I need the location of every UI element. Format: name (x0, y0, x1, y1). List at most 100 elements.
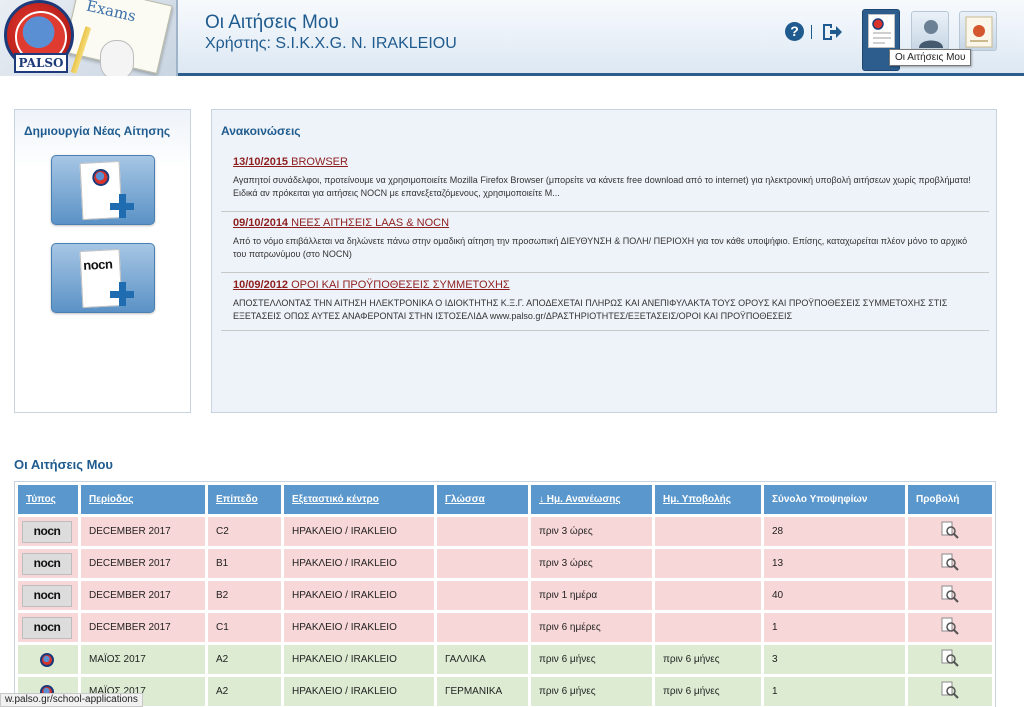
table-row[interactable]: ΜΑΪΟΣ 2017 A2 ΗΡΑΚΛΕΙΟ / IRAKLEIO ΓΕΡΜΑΝΙΚΑ… (18, 677, 992, 706)
center-cell: ΗΡΑΚΛΕΙΟ / IRAKLEIO (284, 613, 434, 642)
view-document-icon[interactable] (941, 649, 959, 667)
announcement-headline: BROWSER (291, 156, 348, 168)
create-palso-application-button[interactable] (51, 155, 155, 225)
logout-icon (823, 24, 842, 40)
type-cell: nocn (18, 517, 78, 546)
submitted-cell (655, 549, 761, 578)
view-document-icon[interactable] (941, 585, 959, 603)
announcement-item: 10/09/2012 ΟΡΟΙ ΚΑΙ ΠΡΟΫΠΟΘΕΣΕΙΣ ΣΥΜΜΕΤΟ… (221, 279, 989, 331)
type-cell: nocn (18, 613, 78, 642)
announcement-link[interactable]: 09/10/2014 ΝΕΕΣ ΑΙΤΗΣΕΙΣ LAAS & NOCN (233, 217, 989, 229)
view-document-icon[interactable] (941, 617, 959, 635)
nocn-type-badge: nocn (22, 520, 72, 543)
submitted-cell: πριν 6 μήνες (655, 645, 761, 674)
applications-table-container: Τύπος Περίοδος Επίπεδο Εξεταστικό κέντρο… (14, 481, 996, 707)
submitted-cell: πριν 6 μήνες (655, 677, 761, 706)
submitted-cell (655, 581, 761, 610)
total-cell: 28 (764, 517, 905, 546)
view-cell (908, 549, 992, 578)
announcement-date: 09/10/2014 (233, 217, 289, 229)
view-cell (908, 645, 992, 674)
type-cell: nocn (18, 549, 78, 578)
total-cell: 3 (764, 645, 905, 674)
palso-exams-logo[interactable]: Exams PALSO (0, 0, 178, 76)
table-row[interactable]: nocn DECEMBER 2017 B1 ΗΡΑΚΛΕΙΟ / IRAKLEIO πρ… (18, 549, 992, 578)
center-cell: ΗΡΑΚΛΕΙΟ / IRAKLEIO (284, 549, 434, 578)
submitted-cell (655, 613, 761, 642)
applications-title: Οι Αιτήσεις Μου (14, 457, 113, 472)
submitted-cell (655, 517, 761, 546)
user-name: S.I.K.X.G. N. IRAKLEIOU (275, 35, 457, 52)
announcement-link[interactable]: 10/09/2012 ΟΡΟΙ ΚΑΙ ΠΡΟΫΠΟΘΕΣΕΙΣ ΣΥΜΜΕΤΟ… (233, 279, 989, 291)
column-header-level[interactable]: Επίπεδο (208, 485, 281, 514)
period-cell: DECEMBER 2017 (81, 581, 205, 610)
center-cell: ΗΡΑΚΛΕΙΟ / IRAKLEIO (284, 677, 434, 706)
view-document-icon[interactable] (941, 521, 959, 539)
tooltip: Οι Αιτήσεις Μου (889, 49, 972, 66)
plus-icon (110, 282, 134, 306)
announcement-body: Αγαπητοί συνάδελφοι, προτείνουμε να χρησ… (233, 175, 971, 198)
announcement-item: 13/10/2015 BROWSER Αγαπητοί συνάδελφοι, … (221, 156, 989, 212)
nocn-type-badge: nocn (22, 552, 72, 575)
level-cell: B2 (208, 581, 281, 610)
announcements-title: Ανακοινώσεις (221, 124, 301, 138)
announcement-headline: ΟΡΟΙ ΚΑΙ ΠΡΟΫΠΟΘΕΣΕΙΣ ΣΥΜΜΕΤΟΧΗΣ (291, 279, 510, 291)
announcement-link[interactable]: 13/10/2015 BROWSER (233, 156, 989, 168)
page: Exams PALSO Οι Αιτήσεις Μου Χρήστης: S.I… (0, 0, 1024, 707)
nav-certificates[interactable] (959, 11, 997, 51)
table-row[interactable]: ΜΑΪΟΣ 2017 A2 ΗΡΑΚΛΕΙΟ / IRAKLEIO ΓΑΛΛΙΚΑ πρ… (18, 645, 992, 674)
nav-profile[interactable] (911, 11, 949, 51)
header: Exams PALSO Οι Αιτήσεις Μου Χρήστης: S.I… (0, 0, 1024, 76)
center-cell: ΗΡΑΚΛΕΙΟ / IRAKLEIO (284, 581, 434, 610)
view-cell (908, 677, 992, 706)
column-header-center[interactable]: Εξεταστικό κέντρο (284, 485, 434, 514)
table-row[interactable]: nocn DECEMBER 2017 C1 ΗΡΑΚΛΕΙΟ / IRAKLEIO πρ… (18, 613, 992, 642)
center-cell: ΗΡΑΚΛΕΙΟ / IRAKLEIO (284, 517, 434, 546)
language-cell (437, 613, 528, 642)
mouse-graphic (100, 40, 134, 76)
create-panel-title: Δημιουργία Νέας Αίτησης (24, 124, 171, 138)
nocn-type-badge: nocn (22, 616, 72, 639)
certificate-icon (965, 16, 993, 48)
updated-cell: πριν 1 ημέρα (531, 581, 652, 610)
help-button[interactable]: ? (785, 22, 804, 41)
level-cell: C1 (208, 613, 281, 642)
total-cell: 13 (764, 549, 905, 578)
table-header-row: Τύπος Περίοδος Επίπεδο Εξεταστικό κέντρο… (18, 485, 992, 514)
palso-globe-icon (91, 168, 110, 187)
announcement-body: ΑΠΟΣΤΕΛΛΟΝΤΑΣ ΤΗΝ ΑΙΤΗΣΗ ΗΛΕΚΤΡΟΝΙΚΑ Ο Ι… (233, 298, 948, 321)
view-document-icon[interactable] (941, 681, 959, 699)
level-cell: A2 (208, 677, 281, 706)
table-row[interactable]: nocn DECEMBER 2017 B2 ΗΡΑΚΛΕΙΟ / IRAKLEIO πρ… (18, 581, 992, 610)
column-header-type[interactable]: Τύπος (18, 485, 78, 514)
palso-logo-text: PALSO (14, 53, 68, 73)
column-header-view: Προβολή (908, 485, 992, 514)
period-cell: DECEMBER 2017 (81, 613, 205, 642)
user-line: Χρήστης: S.I.K.X.G. N. IRAKLEIOU (205, 35, 457, 53)
announcements-panel: Ανακοινώσεις 13/10/2015 BROWSER Αγαπητοί… (211, 109, 997, 413)
language-cell: ΓΕΡΜΑΝΙΚΑ (437, 677, 528, 706)
updated-cell: πριν 3 ώρες (531, 549, 652, 578)
type-cell (18, 645, 78, 674)
announcement-date: 13/10/2015 (233, 156, 289, 168)
logout-button[interactable] (820, 20, 844, 44)
my-applications-icon (868, 14, 895, 48)
view-cell (908, 613, 992, 642)
announcement-date: 10/09/2012 (233, 279, 289, 291)
total-cell: 40 (764, 581, 905, 610)
period-cell: DECEMBER 2017 (81, 549, 205, 578)
table-row[interactable]: nocn DECEMBER 2017 C2 ΗΡΑΚΛΕΙΟ / IRAKLEIO πρ… (18, 517, 992, 546)
total-cell: 1 (764, 613, 905, 642)
column-header-period[interactable]: Περίοδος (81, 485, 205, 514)
user-label: Χρήστης: (205, 35, 271, 52)
column-header-updated[interactable]: ↓ Ημ. Ανανέωσης (531, 485, 652, 514)
view-document-icon[interactable] (941, 553, 959, 571)
updated-cell: πριν 6 μήνες (531, 645, 652, 674)
column-header-language[interactable]: Γλώσσα (437, 485, 528, 514)
column-header-submitted[interactable]: Ημ. Υποβολής (655, 485, 761, 514)
level-cell: C2 (208, 517, 281, 546)
type-cell: nocn (18, 581, 78, 610)
plus-icon (110, 194, 134, 218)
language-cell (437, 517, 528, 546)
create-nocn-application-button[interactable]: nocn (51, 243, 155, 313)
